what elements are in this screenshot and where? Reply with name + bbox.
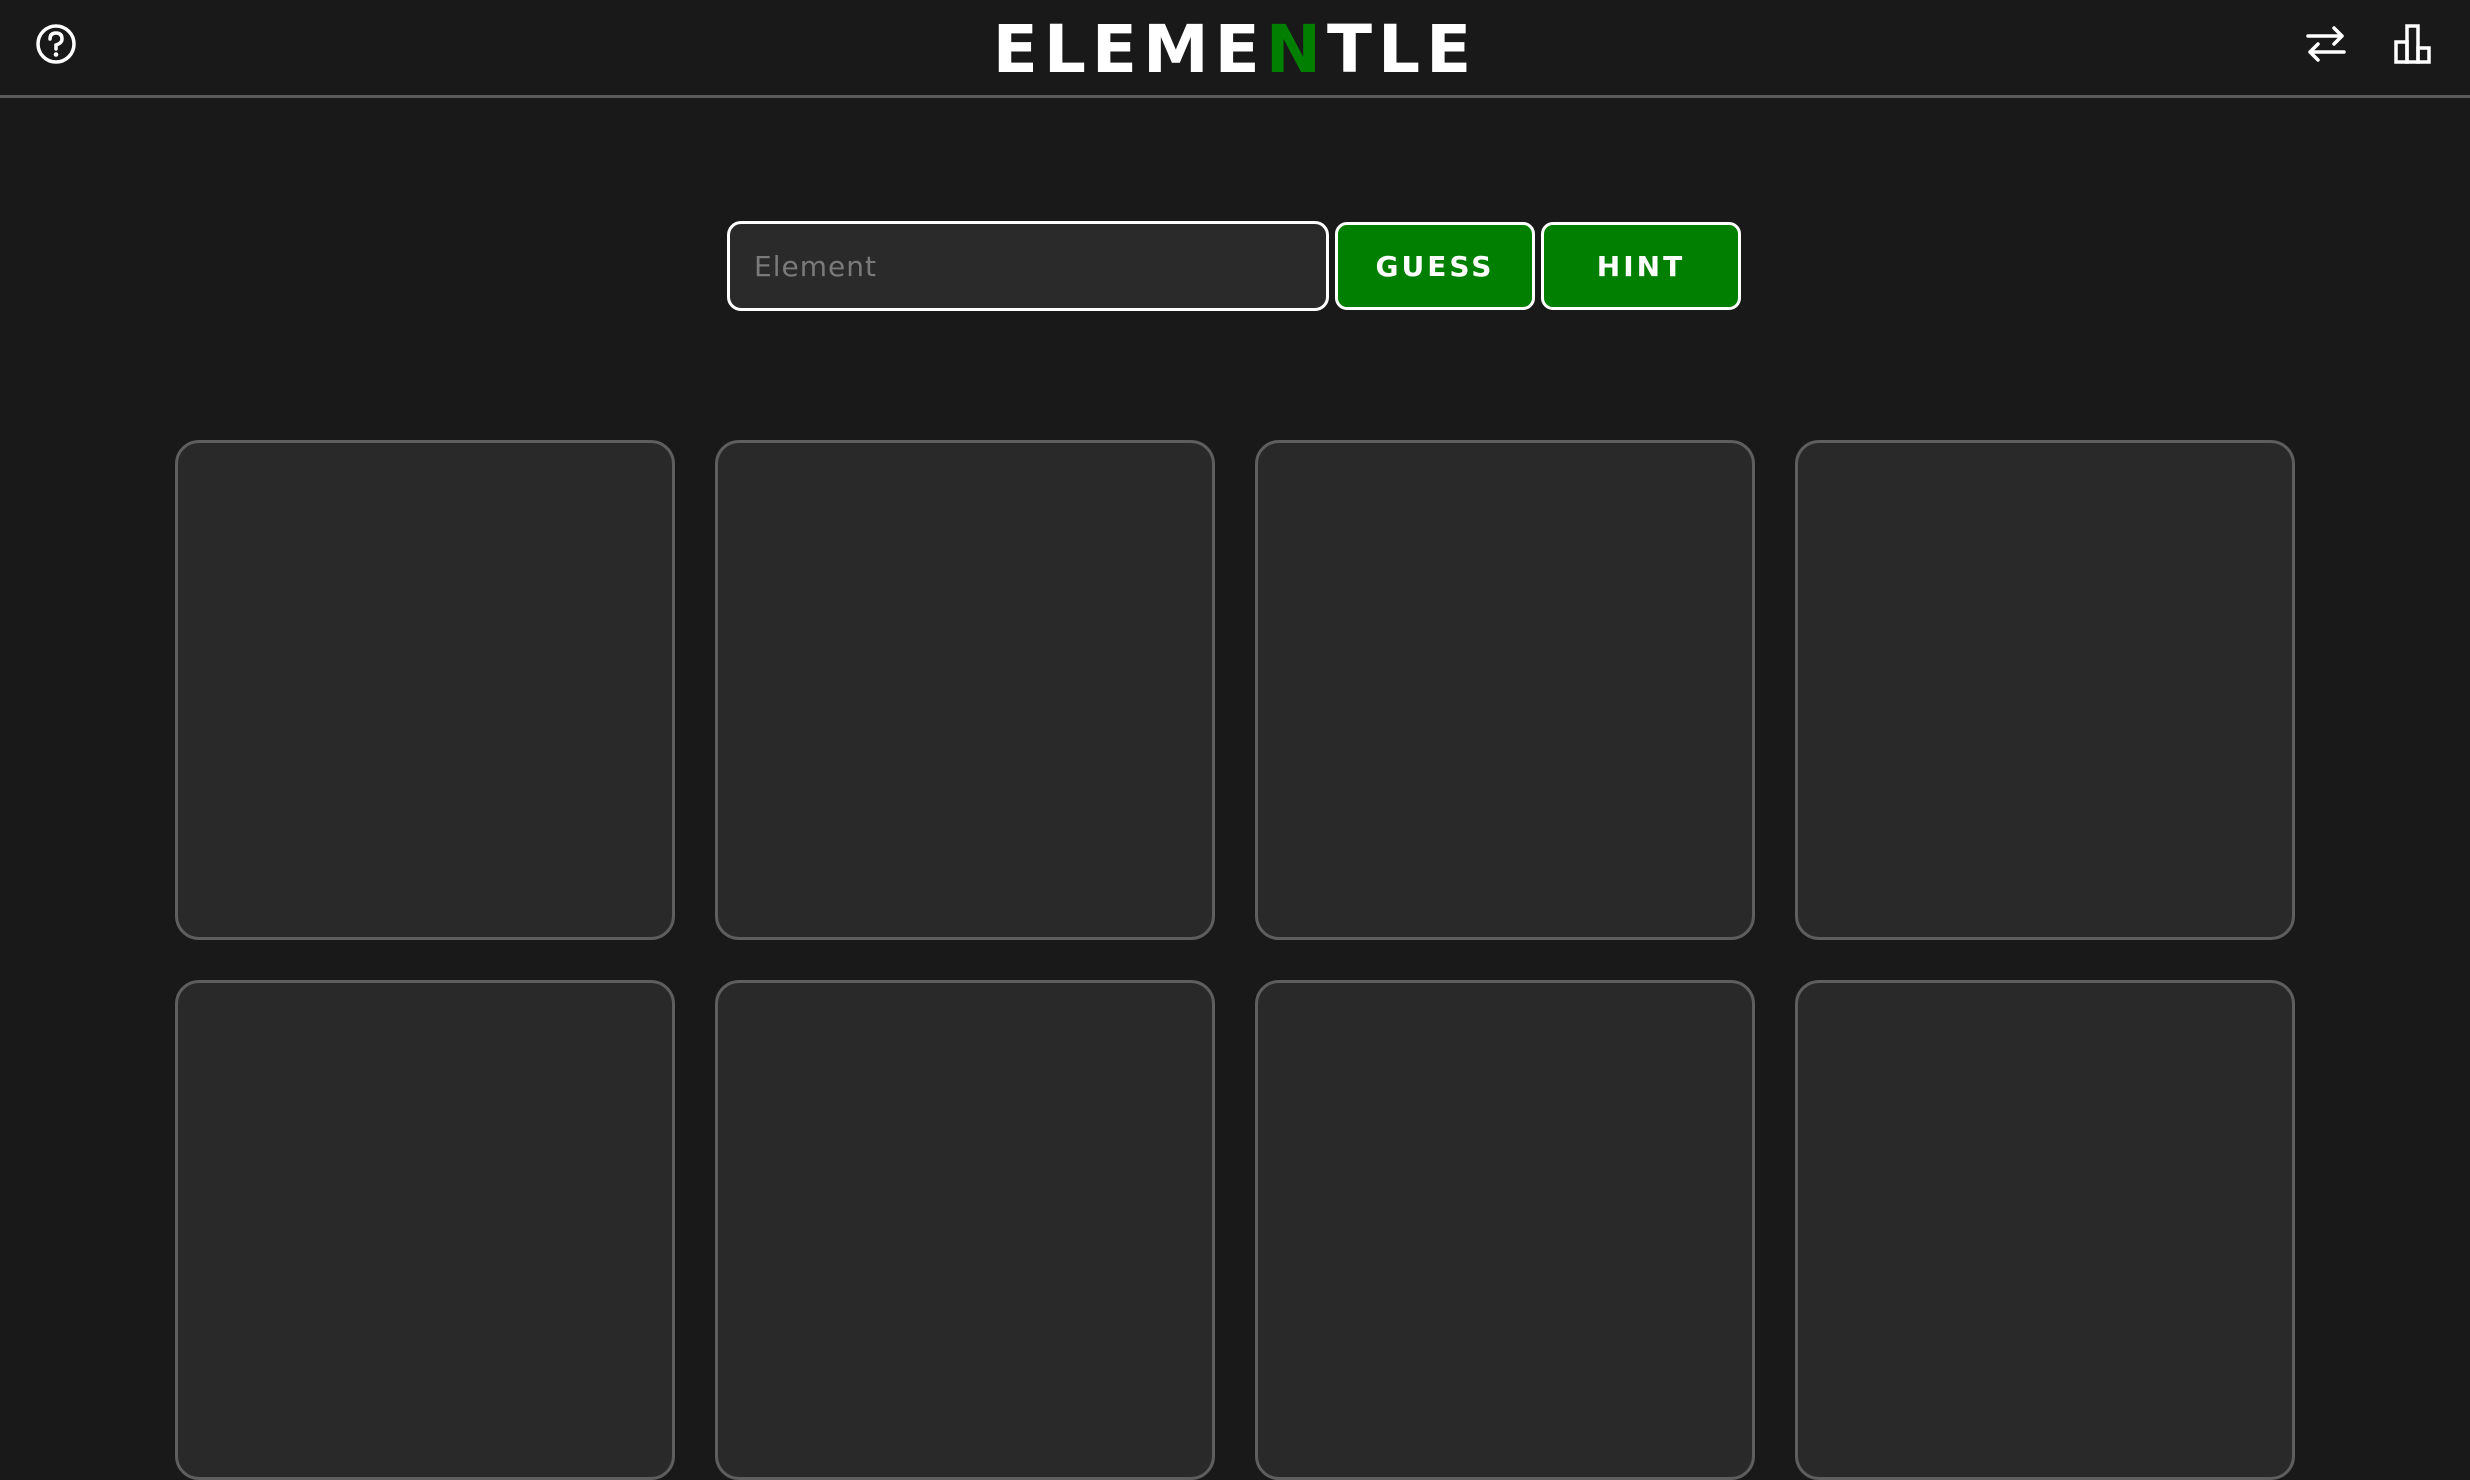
guess-tile [1255,440,1755,940]
guess-tile [175,440,675,940]
guess-tile [715,980,1215,1480]
page-title: ELEMENTLE [0,10,2470,90]
hint-button[interactable]: HINT [1541,222,1741,310]
title-prefix: ELEME [992,11,1266,88]
guess-tile [1255,980,1755,1480]
guess-tile [175,980,675,1480]
guess-tile [1795,980,2295,1480]
stats-icon [2394,24,2431,64]
swap-mode-button[interactable] [2300,18,2352,70]
element-input[interactable] [727,221,1329,311]
guess-button[interactable]: GUESS [1335,222,1535,310]
guess-tile-grid [175,440,2295,1480]
top-bar: ELEMENTLE [0,0,2470,98]
stats-button[interactable] [2388,18,2440,70]
guess-tile [1795,440,2295,940]
title-suffix: TLE [1327,11,1478,88]
swap-icon [2306,26,2346,62]
title-highlight: N [1265,11,1328,88]
guess-form: GUESS HINT [727,221,1741,311]
guess-tile [715,440,1215,940]
